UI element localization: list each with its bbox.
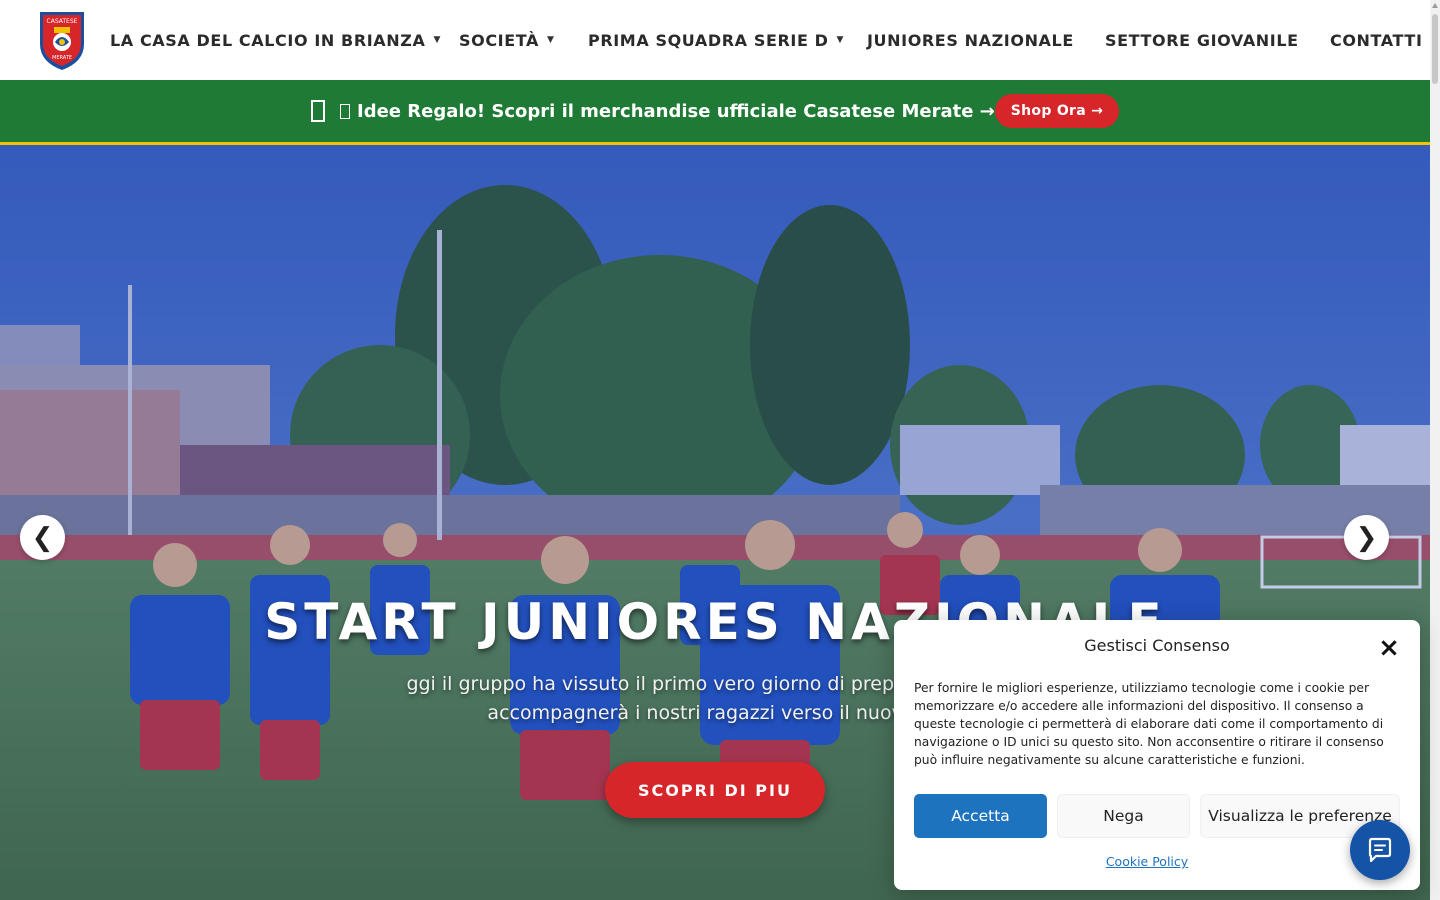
slider-next-button[interactable]: ❯ <box>1344 515 1389 560</box>
main-nav: LA CASA DEL CALCIO IN BRIANZA ▼ SOCIETÀ … <box>0 0 1430 80</box>
cookie-consent-dialog: Gestisci Consenso × Per fornire le migli… <box>894 620 1420 890</box>
gift-icon <box>311 100 325 122</box>
discover-more-button[interactable]: SCOPRI DI PIU <box>605 762 825 818</box>
shop-now-button[interactable]: Shop Ora → <box>995 94 1119 128</box>
nav-item-label: LA CASA DEL CALCIO IN BRIANZA <box>110 30 426 50</box>
chevron-down-icon: ▼ <box>547 35 555 45</box>
slider-prev-button[interactable]: ❮ <box>20 515 65 560</box>
chat-icon <box>1368 837 1392 863</box>
scrollbar-thumb[interactable] <box>1432 14 1438 84</box>
scroll-up-icon[interactable] <box>1432 3 1438 8</box>
consent-description: Per fornire le migliori esperienze, util… <box>914 681 1384 767</box>
promo-label: Idee Regalo! Scopri il merchandise uffic… <box>357 100 995 122</box>
accept-button[interactable]: Accetta <box>914 794 1047 838</box>
nav-item-contatti[interactable]: CONTATTI <box>1330 29 1423 51</box>
nav-item-societa[interactable]: SOCIETÀ ▼ <box>459 29 555 51</box>
close-icon[interactable]: × <box>1378 635 1400 661</box>
cookie-policy-link[interactable]: Cookie Policy <box>894 854 1400 869</box>
chat-button[interactable] <box>1350 820 1410 880</box>
nav-item-label: CONTATTI <box>1330 30 1423 50</box>
nav-item-casa-calcio[interactable]: LA CASA DEL CALCIO IN BRIANZA ▼ <box>110 29 441 51</box>
nav-item-juniores[interactable]: JUNIORES NAZIONALE <box>867 29 1074 51</box>
deny-button[interactable]: Nega <box>1057 794 1190 838</box>
nav-item-settore-giovanile[interactable]: SETTORE GIOVANILE <box>1105 29 1299 51</box>
chevron-down-icon: ▼ <box>836 35 845 45</box>
nav-item-prima-squadra[interactable]: PRIMA SQUADRA SERIE D ▼ <box>588 29 844 51</box>
nav-item-label: SOCIETÀ <box>459 30 540 50</box>
nav-item-label: PRIMA SQUADRA SERIE D <box>588 30 829 50</box>
nav-item-label: SETTORE GIOVANILE <box>1105 30 1299 50</box>
gift-icon <box>340 103 350 119</box>
site-header: CASATESE MERATE LA CASA DEL CALCIO IN BR… <box>0 0 1430 80</box>
chevron-down-icon: ▼ <box>433 35 441 45</box>
promo-text[interactable]: Idee Regalo! Scopri il merchandise uffic… <box>340 97 995 125</box>
page-scrollbar[interactable] <box>1430 0 1440 900</box>
nav-item-label: JUNIORES NAZIONALE <box>867 30 1074 50</box>
consent-title: Gestisci Consenso <box>1084 636 1230 655</box>
